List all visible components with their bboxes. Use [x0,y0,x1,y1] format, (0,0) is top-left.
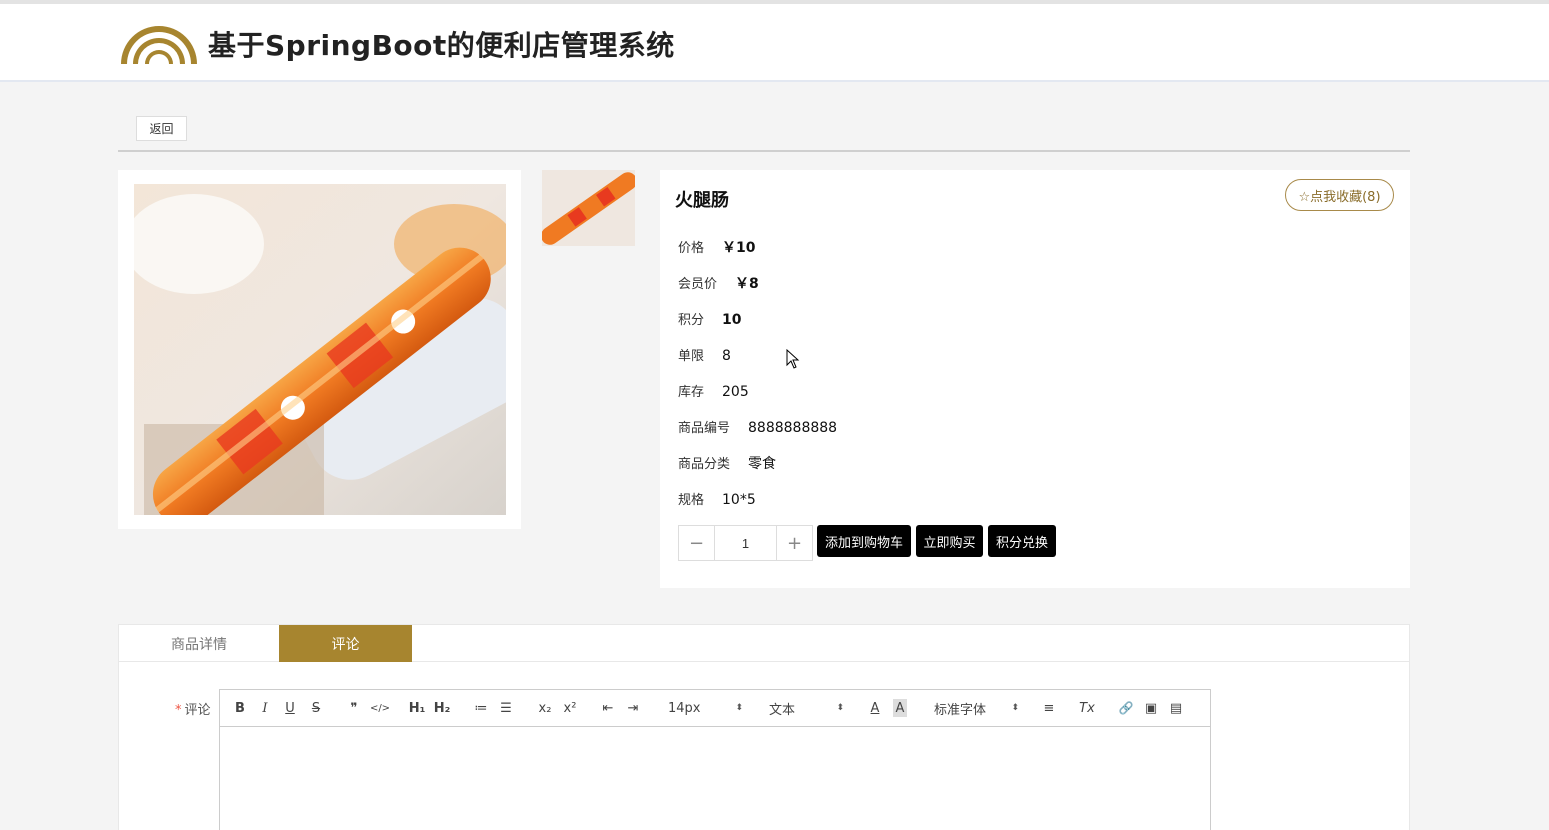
field-product-code: 商品编号 8888888888 [678,417,837,436]
quantity-input[interactable] [715,526,776,560]
product-info-panel: 火腿肠 ☆点我收藏(8) 价格 ￥10 会员价 ￥8 积分 10 单限 8 库存… [660,170,1410,588]
field-points: 积分 10 [678,309,742,328]
add-to-cart-button[interactable]: 添加到购物车 [817,525,911,557]
field-value: 8 [722,348,731,364]
field-category: 商品分类 零食 [678,453,776,473]
field-label: 商品分类 [678,457,731,472]
field-limit: 单限 8 [678,345,731,364]
field-value: ￥8 [735,276,759,292]
mouse-cursor-icon [786,349,800,369]
tab-comments[interactable]: 评论 [279,625,412,662]
field-label: 单限 [678,349,705,364]
image-icon[interactable]: ▣ [1141,699,1161,717]
font-size-select[interactable]: 14px ⬍ [668,699,743,717]
underline-icon[interactable]: U [280,699,300,717]
quantity-minus-button[interactable]: − [679,526,715,560]
select-arrow-icon: ⬍ [1011,703,1019,713]
back-button[interactable]: 返回 [136,116,187,141]
code-block-icon[interactable]: </> [370,699,390,717]
font-family-value: 标准字体 [934,702,987,718]
field-member-price: 会员价 ￥8 [678,273,759,293]
product-main-image [134,184,506,515]
indent-icon[interactable]: ⇥ [623,699,643,717]
tab-product-details[interactable]: 商品详情 [119,625,279,662]
field-value: 8888888888 [748,420,838,436]
field-value: 10 [722,312,742,328]
header-value: 文本 [769,702,796,718]
buy-now-button[interactable]: 立即购买 [916,525,983,557]
select-arrow-icon: ⬍ [735,703,743,713]
video-icon[interactable]: ▤ [1166,699,1186,717]
comment-label: * 评论 [175,699,211,718]
editor-toolbar: B I U S ❞ </> H₁ H₂ ≔ ☰ x₂ x² ⇤ ⇥ 14px ⬍… [220,690,1210,727]
background-color-icon[interactable]: A [893,699,907,717]
field-label: 会员价 [678,277,718,292]
ordered-list-icon[interactable]: ≔ [471,699,491,717]
quantity-stepper: − + [678,525,813,561]
bold-icon[interactable]: B [230,699,250,717]
quantity-plus-button[interactable]: + [776,526,812,560]
outdent-icon[interactable]: ⇤ [598,699,618,717]
field-label: 商品编号 [678,421,731,436]
field-value: ￥10 [722,240,756,256]
product-thumbnail[interactable] [542,170,635,246]
field-value: 205 [722,384,749,400]
subscript-icon[interactable]: x₂ [535,699,555,717]
bullet-list-icon[interactable]: ☰ [496,699,516,717]
superscript-icon[interactable]: x² [560,699,580,717]
strikethrough-icon[interactable]: S [306,699,326,717]
field-label: 积分 [678,313,705,328]
align-icon[interactable]: ≡ [1039,699,1059,717]
tabs-panel: 商品详情 评论 * 评论 B I U S ❞ </> H₁ H₂ ≔ ☰ x₂ x… [118,624,1410,830]
tab-bar: 商品详情 评论 [119,625,1409,662]
field-label: 规格 [678,493,705,508]
text-color-icon[interactable]: A [865,699,885,717]
field-label: 库存 [678,385,705,400]
clear-format-icon[interactable]: Tx [1077,699,1097,717]
field-label: 价格 [678,241,705,256]
header-select[interactable]: 文本 ⬍ [769,699,844,718]
field-value: 10*5 [722,492,756,508]
field-stock: 库存 205 [678,381,749,400]
comment-editor-area[interactable] [220,727,1210,830]
font-family-select[interactable]: 标准字体 ⬍ [934,699,1019,718]
product-name: 火腿肠 [675,190,729,211]
rich-text-editor: B I U S ❞ </> H₁ H₂ ≔ ☰ x₂ x² ⇤ ⇥ 14px ⬍… [219,689,1211,830]
site-title: 基于SpringBoot的便利店管理系统 [208,29,675,62]
points-redeem-button[interactable]: 积分兑换 [988,525,1056,557]
field-value: 零食 [748,456,777,472]
font-size-value: 14px [668,700,701,716]
blockquote-icon[interactable]: ❞ [344,699,364,717]
heading2-icon[interactable]: H₂ [432,699,452,717]
site-header: 基于SpringBoot的便利店管理系统 [0,4,1549,82]
divider [118,150,1410,152]
comment-label-text: 评论 [184,703,211,718]
required-mark: * [175,703,182,718]
heading1-icon[interactable]: H₁ [407,699,427,717]
favorite-button[interactable]: ☆点我收藏(8) [1285,179,1394,211]
field-spec: 规格 10*5 [678,489,756,508]
logo-icon [121,26,197,64]
field-price: 价格 ￥10 [678,237,756,257]
italic-icon[interactable]: I [255,699,275,717]
link-icon[interactable]: 🔗 [1116,699,1136,717]
select-arrow-icon: ⬍ [836,703,844,713]
main-image-box [118,170,521,529]
